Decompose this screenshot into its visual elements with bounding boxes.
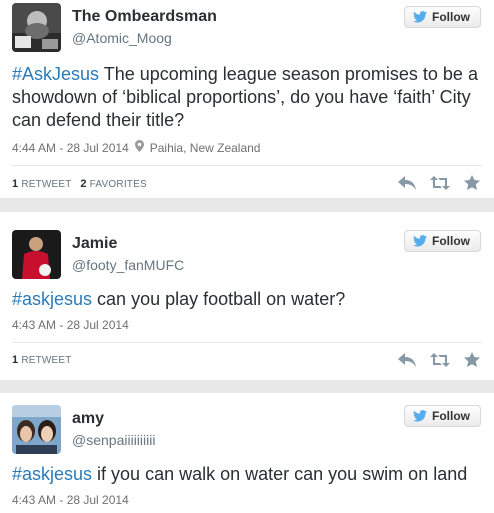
retweet-count[interactable]: 1	[12, 354, 18, 366]
timestamp[interactable]: 4:43 AM - 28 Jul 2014	[12, 318, 129, 332]
favorite-star-icon[interactable]	[464, 175, 480, 190]
tweet-meta: 4:44 AM - 28 Jul 2014 Paihia, New Zealan…	[12, 140, 260, 155]
tweet-text: #askjesus can you play football on water…	[12, 288, 480, 311]
favorite-star-icon[interactable]	[464, 352, 480, 367]
display-name[interactable]: The Ombeardsman	[72, 8, 217, 26]
tweet-card: amy @senpaiiiiiiiiii Follow #askjesus if…	[0, 393, 494, 513]
follow-button[interactable]: Follow	[404, 405, 481, 427]
twitter-bird-icon	[413, 410, 427, 422]
retweet-icon[interactable]	[430, 175, 450, 190]
favorite-label[interactable]: FAVORITES	[90, 179, 147, 190]
retweet-count[interactable]: 1	[12, 178, 18, 190]
separator	[0, 198, 494, 212]
tweet-card: The Ombeardsman @Atomic_Moog Follow #Ask…	[0, 0, 494, 198]
hashtag-link[interactable]: #AskJesus	[12, 64, 99, 84]
location-pin-icon	[134, 140, 144, 155]
tweet-stats: 1 RETWEET 2 FAVORITES	[12, 178, 147, 190]
divider	[12, 342, 482, 343]
tweet-meta: 4:43 AM - 28 Jul 2014	[12, 318, 129, 332]
twitter-bird-icon	[413, 11, 427, 23]
separator	[0, 380, 494, 393]
display-name[interactable]: Jamie	[72, 235, 117, 253]
tweet-stats: 1 RETWEET	[12, 354, 72, 366]
display-name[interactable]: amy	[72, 410, 104, 428]
retweet-label[interactable]: RETWEET	[21, 179, 71, 190]
hashtag-link[interactable]: #askjesus	[12, 464, 92, 484]
screen-name[interactable]: @Atomic_Moog	[72, 30, 172, 46]
tweet-card: Jamie @footy_fanMUFC Follow #askjesus ca…	[0, 212, 494, 380]
follow-label: Follow	[432, 10, 470, 24]
retweet-icon[interactable]	[430, 352, 450, 367]
follow-label: Follow	[432, 234, 470, 248]
follow-button[interactable]: Follow	[404, 6, 481, 28]
twitter-bird-icon	[413, 235, 427, 247]
reply-icon[interactable]	[398, 352, 416, 367]
timestamp[interactable]: 4:44 AM - 28 Jul 2014	[12, 141, 129, 155]
favorite-count[interactable]: 2	[80, 178, 86, 190]
tweet-body: can you play football on water?	[92, 289, 346, 309]
reply-icon[interactable]	[398, 175, 416, 190]
tweet-body: if you can walk on water can you swim on…	[92, 464, 468, 484]
screen-name[interactable]: @senpaiiiiiiiiii	[72, 432, 155, 448]
avatar[interactable]	[12, 230, 61, 279]
tweet-actions	[398, 352, 480, 367]
tweet-text: #askjesus if you can walk on water can y…	[12, 463, 480, 486]
divider	[12, 165, 482, 166]
tweet-meta: 4:43 AM - 28 Jul 2014	[12, 493, 129, 507]
avatar[interactable]	[12, 405, 61, 454]
timestamp[interactable]: 4:43 AM - 28 Jul 2014	[12, 493, 129, 507]
follow-label: Follow	[432, 409, 470, 423]
hashtag-link[interactable]: #askjesus	[12, 289, 92, 309]
screen-name[interactable]: @footy_fanMUFC	[72, 257, 184, 273]
follow-button[interactable]: Follow	[404, 230, 481, 252]
tweet-text: #AskJesus The upcoming league season pro…	[12, 63, 480, 132]
retweet-label[interactable]: RETWEET	[21, 355, 71, 366]
location[interactable]: Paihia, New Zealand	[150, 141, 261, 155]
tweet-actions	[398, 175, 480, 190]
avatar[interactable]	[12, 3, 61, 52]
